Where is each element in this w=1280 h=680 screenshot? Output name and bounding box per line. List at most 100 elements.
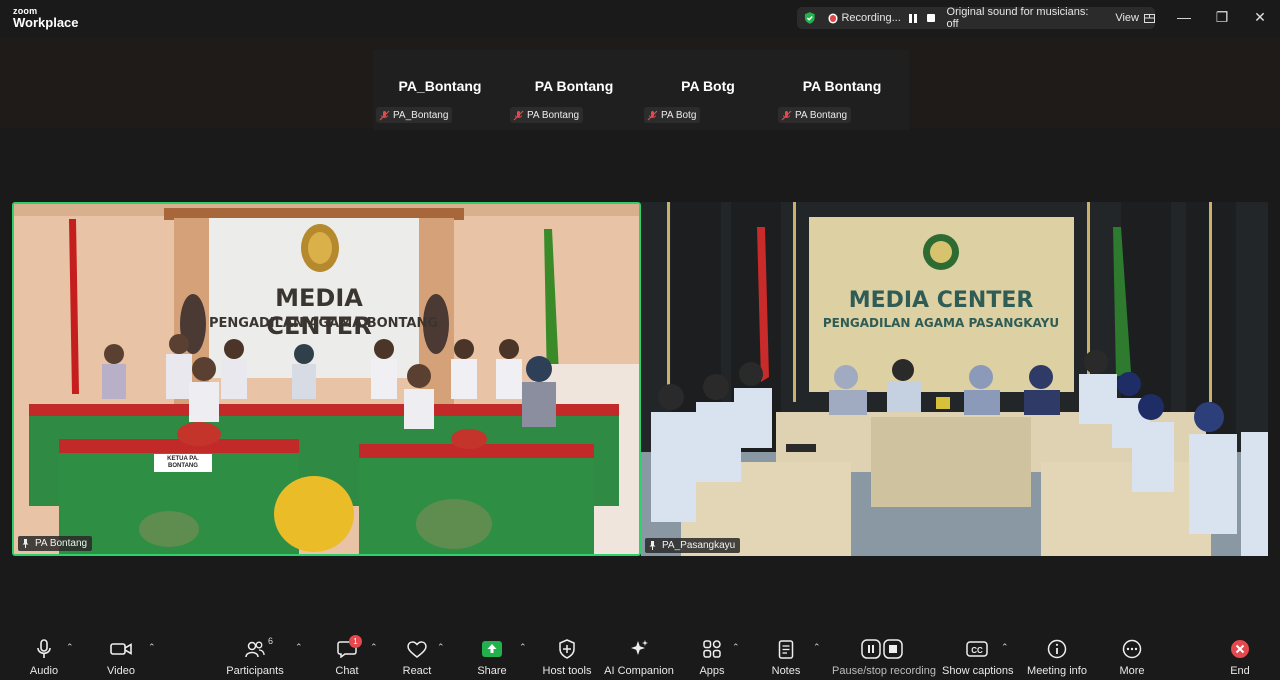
mic-muted-icon [513, 110, 524, 120]
zoom-workplace-logo: zoom Workplace [13, 7, 79, 30]
audio-options-chevron-icon[interactable]: ⌃ [66, 642, 74, 653]
video-button[interactable]: Video [101, 638, 141, 677]
apps-options-chevron-icon[interactable]: ⌃ [732, 642, 740, 653]
svg-text:CC: CC [971, 646, 983, 655]
participant-thumbnail[interactable]: PA_Bontang PA_Bontang [373, 50, 507, 130]
meeting-toolbar: Audio ⌃ Video ⌃ 6 Participants ⌃ 1 Chat … [0, 630, 1280, 680]
recording-status-text: Recording... [841, 12, 901, 24]
more-button[interactable]: More [1112, 638, 1152, 677]
apps-grid-icon [703, 640, 721, 658]
captions-options-chevron-icon[interactable]: ⌃ [1001, 642, 1009, 653]
more-label: More [1119, 665, 1145, 677]
video-label: Video [107, 665, 135, 677]
participant-name-label: PA_Pasangkayu [645, 538, 741, 553]
participant-tag-name: PA_Bontang [393, 109, 449, 121]
share-button[interactable]: Share [472, 638, 512, 677]
restore-icon[interactable]: ❐ [1212, 9, 1232, 26]
chat-unread-badge: 1 [349, 635, 362, 648]
notes-button[interactable]: Notes [766, 638, 806, 677]
participants-count: 6 [268, 636, 274, 646]
participants-button[interactable]: 6 Participants [224, 636, 286, 677]
participants-icon [245, 641, 265, 658]
recording-status-bar: Recording... Original sound for musician… [797, 6, 1155, 30]
participant-name-tag: PA Bontang [510, 107, 584, 123]
ai-companion-label: AI Companion [604, 665, 674, 677]
participant-display-name: PA_Bontang [398, 78, 482, 94]
captions-label: Show captions [942, 665, 1014, 677]
participant-tag-name: PA Bontang [527, 109, 580, 121]
share-options-chevron-icon[interactable]: ⌃ [519, 642, 527, 653]
react-label: React [402, 665, 432, 677]
meeting-info-button[interactable]: Meeting info [1025, 638, 1089, 677]
video-tile-pa-bontang[interactable]: MEDIA CENTER PENGADILAN AGAMA BONTANG KE… [12, 202, 641, 556]
audio-label: Audio [29, 665, 59, 677]
share-screen-icon [482, 641, 502, 657]
title-bar: zoom Workplace Recording... Original sou… [0, 0, 1280, 38]
participants-label: Participants [226, 665, 284, 677]
participant-thumbnail[interactable]: PA Bontang PA Bontang [507, 50, 641, 130]
sign-media-center: MEDIA CENTER [266, 284, 372, 340]
share-label: Share [477, 665, 507, 677]
participant-tag-name: PA Bontang [795, 109, 848, 121]
host-tools-label: Host tools [542, 665, 592, 677]
pin-icon [649, 541, 656, 550]
pause-recording-icon[interactable] [908, 13, 917, 23]
end-label: End [1230, 665, 1250, 677]
pause-stop-icon [861, 639, 903, 659]
chat-button[interactable]: 1 Chat [327, 635, 367, 677]
video-feed-bontang [14, 204, 639, 554]
view-button[interactable]: View [1115, 12, 1155, 24]
stop-recording-icon[interactable] [926, 14, 935, 22]
notes-label: Notes [771, 665, 801, 677]
participant-name-label: PA Bontang [18, 536, 93, 551]
host-shield-icon [559, 639, 575, 659]
desk-nameplate: KETUA PA. BONTANG [167, 456, 199, 469]
ai-companion-button[interactable]: AI Companion [604, 638, 674, 677]
pause-stop-label: Pause/stop recording [832, 665, 936, 677]
view-grid-icon [1143, 13, 1155, 23]
audio-button[interactable]: Audio [24, 638, 64, 677]
encryption-shield-icon[interactable] [803, 11, 817, 25]
apps-button[interactable]: Apps [692, 638, 732, 677]
close-icon[interactable]: ✕ [1250, 9, 1270, 26]
microphone-icon [37, 639, 51, 658]
sign-court-name: PENGADILAN AGAMA PASANGKAYU [822, 316, 1060, 330]
participant-name-tag: PA_Bontang [376, 107, 453, 123]
participant-display-name: PA Bontang [534, 78, 614, 94]
info-icon [1047, 639, 1067, 659]
participant-name-tag: PA Botg [644, 107, 701, 123]
meeting-info-label: Meeting info [1027, 665, 1087, 677]
ai-sparkle-icon [631, 640, 648, 655]
original-sound-status[interactable]: Original sound for musicians: off [947, 6, 1100, 30]
apps-label: Apps [699, 665, 725, 677]
thumbnail-row: PA_Bontang PA_Bontang PA Bontang PA Bont… [373, 50, 909, 130]
video-tile-pa-pasangkayu[interactable]: MEDIA CENTER PENGADILAN AGAMA PASANGKAYU… [641, 202, 1268, 556]
participant-thumbnail[interactable]: PA Bontang PA Bontang [775, 50, 909, 130]
video-camera-icon [110, 643, 132, 655]
tile-participant-name: PA_Pasangkayu [662, 540, 736, 551]
heart-react-icon [407, 641, 427, 658]
view-label: View [1115, 12, 1139, 24]
video-options-chevron-icon[interactable]: ⌃ [148, 642, 156, 653]
recording-dot-icon [829, 14, 837, 22]
video-feed-pasangkayu [641, 202, 1268, 556]
chat-options-chevron-icon[interactable]: ⌃ [370, 642, 378, 653]
minimize-icon[interactable]: — [1174, 9, 1194, 25]
participant-display-name: PA Bontang [802, 78, 882, 94]
participant-thumbnail[interactable]: PA Botg PA Botg [641, 50, 775, 130]
mic-muted-icon [379, 110, 390, 120]
react-options-chevron-icon[interactable]: ⌃ [437, 642, 445, 653]
host-tools-button[interactable]: Host tools [540, 638, 594, 677]
logo-bottom-text: Workplace [13, 15, 79, 30]
notes-options-chevron-icon[interactable]: ⌃ [813, 642, 821, 653]
notes-icon [778, 640, 794, 659]
participants-options-chevron-icon[interactable]: ⌃ [295, 642, 303, 653]
pause-stop-recording-button[interactable]: Pause/stop recording [832, 638, 936, 677]
sign-court-name: PENGADILAN AGAMA BONTANG [209, 316, 439, 331]
react-button[interactable]: React [397, 638, 437, 677]
chat-label: Chat [335, 665, 359, 677]
mic-muted-icon [647, 110, 658, 120]
end-meeting-button[interactable]: End [1220, 638, 1260, 677]
pin-icon [22, 539, 29, 548]
participant-display-name: PA Botg [681, 78, 735, 94]
